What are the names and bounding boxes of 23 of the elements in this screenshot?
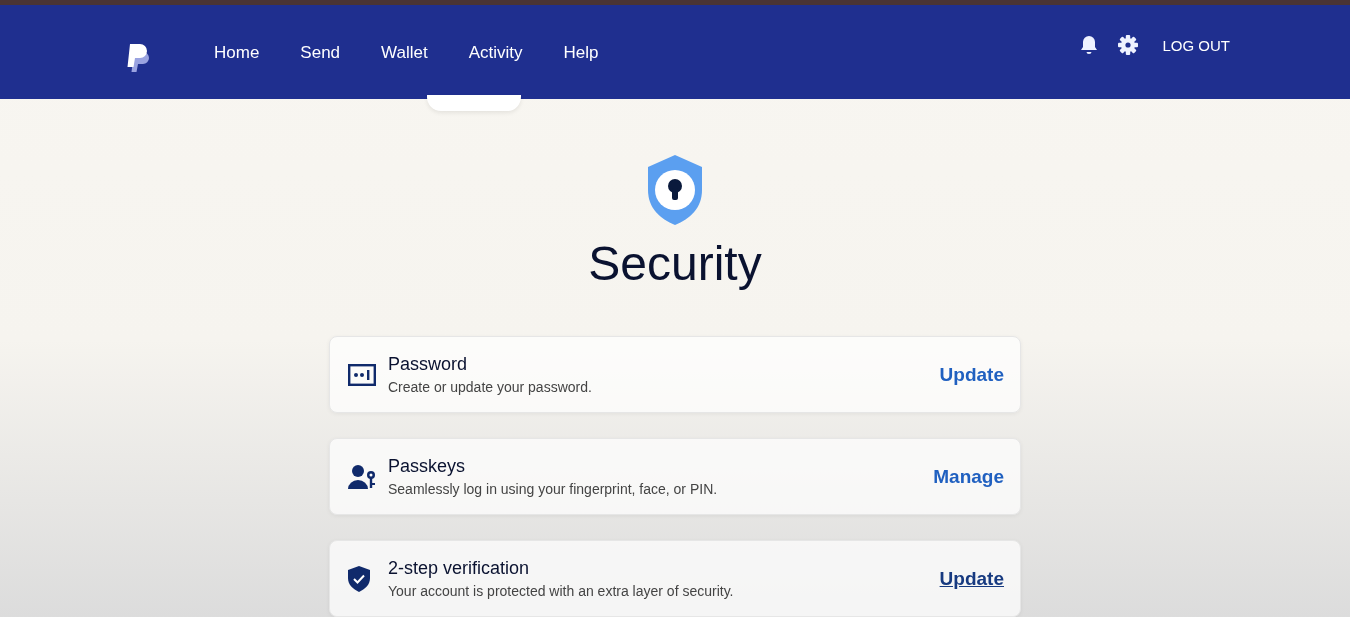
card-title: 2-step verification — [388, 558, 531, 579]
card-title: Password — [388, 354, 469, 375]
card-description: Create or update your password. — [388, 379, 593, 395]
action-link[interactable]: Update — [939, 363, 1004, 386]
shield-keyhole-icon — [645, 154, 704, 226]
nav-link[interactable]: Home — [214, 43, 260, 63]
nav-link[interactable]: Help — [563, 43, 599, 63]
action-link[interactable]: Manage — [933, 465, 1004, 488]
card-description: Seamlessly log in using your fingerprint, face, or PIN. — [388, 481, 719, 497]
logo-icon[interactable] — [126, 42, 152, 72]
action-link[interactable]: Update — [939, 567, 1004, 590]
shield-check-icon — [348, 565, 370, 592]
nav-link[interactable]: Wallet — [381, 43, 428, 63]
password-field-icon — [348, 363, 376, 386]
nav-link[interactable]: Send — [300, 43, 341, 63]
settings-icon[interactable] — [1118, 35, 1139, 55]
nav-link[interactable]: Activity — [468, 43, 523, 63]
card-description: Your account is protected with an extra layer of security. — [388, 583, 735, 599]
card-title: Passkeys — [388, 456, 467, 477]
page-title: Security — [588, 236, 762, 291]
notification-bell-icon[interactable] — [1080, 35, 1099, 55]
logout-link[interactable]: LOG OUT — [1162, 36, 1230, 54]
person-key-icon — [348, 463, 376, 490]
